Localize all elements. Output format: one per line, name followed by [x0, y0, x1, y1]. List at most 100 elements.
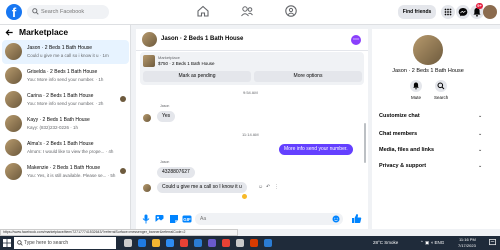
react-emoji-icon[interactable]: ☺	[258, 184, 263, 190]
find-friends-button[interactable]: Find friends	[398, 5, 436, 19]
mute-button[interactable]	[410, 80, 422, 92]
incoming-message: Could u give me a call so I know it u	[157, 182, 247, 193]
chevron-down-icon[interactable]: ⌄	[478, 147, 482, 153]
listing-thumbnail	[5, 115, 22, 132]
incoming-message: Yes	[157, 111, 176, 122]
mute-label: Mute	[411, 95, 422, 100]
grid-menu-icon	[444, 8, 452, 16]
chat-info-title: Jason · 2 Beds 1 Bath House	[392, 68, 464, 74]
listing-thumbnail	[5, 91, 22, 108]
taskbar-search-box[interactable]: Type here to search	[14, 237, 116, 249]
chrome-profile-icon[interactable]	[222, 239, 230, 247]
microphone-icon[interactable]	[142, 214, 150, 224]
app-icon[interactable]	[236, 239, 244, 247]
image-icon[interactable]	[155, 214, 165, 224]
chevron-down-icon[interactable]: ⌄	[478, 131, 482, 137]
customize-chat-section[interactable]: Customize chat	[379, 113, 420, 119]
reply-icon[interactable]: ↶	[266, 184, 270, 190]
privacy-support-section[interactable]: Privacy & support	[379, 163, 426, 169]
back-arrow-icon[interactable]	[5, 28, 14, 37]
message-field[interactable]	[195, 213, 343, 225]
conversation-item[interactable]: Carina · 2 Beds 1 Bath House You: More i…	[2, 88, 129, 112]
incoming-message: 4328807627	[157, 167, 195, 178]
settings-icon[interactable]	[264, 239, 272, 247]
edge-icon[interactable]	[138, 239, 146, 247]
gif-icon[interactable]: GIF	[182, 214, 192, 224]
conversation-preview: Kayy: (832)232-0226 · 1h	[27, 125, 79, 130]
read-receipt-avatar	[120, 96, 126, 102]
mail-icon[interactable]	[166, 239, 174, 247]
chat-title[interactable]: Jason · 2 Beds 1 Bath House	[161, 36, 243, 42]
task-view-icon[interactable]	[124, 239, 132, 247]
message-list: 9:54 AM Jason Yes 11:14 AM More info sen…	[136, 86, 368, 229]
more-options-button[interactable]: More options	[254, 71, 362, 82]
friends-icon[interactable]	[240, 4, 254, 18]
search-conversation-button[interactable]	[435, 80, 447, 92]
emoji-icon[interactable]	[332, 215, 340, 223]
conversation-name: Kayy · 2 Beds 1 Bath House	[27, 117, 90, 123]
chat-options-button[interactable]: ⋯	[351, 35, 361, 45]
sender-name: Jason	[160, 104, 170, 108]
system-tray-icons[interactable]: ⌃ ▣ ◖ ENG	[420, 240, 444, 246]
conversation-preview: You: More info send your number. · 1h	[27, 77, 104, 82]
conversation-item[interactable]: Kayy · 2 Beds 1 Bath House Kayy: (832)23…	[2, 112, 129, 136]
file-explorer-icon[interactable]	[152, 239, 160, 247]
weather-widget[interactable]: 28°C Smoke	[373, 240, 398, 245]
search-input[interactable]	[41, 5, 107, 19]
listing-card: Marketplace $750 · 2 Beds 1 Bath House M…	[140, 52, 364, 85]
sender-avatar	[143, 184, 151, 192]
chat-info-thumbnail[interactable]	[413, 35, 443, 65]
mark-as-pending-button[interactable]: Mark as pending	[143, 71, 251, 82]
menu-button[interactable]	[441, 5, 455, 19]
conversation-name: Makenzie · 2 Beds 1 Bath House	[27, 165, 101, 171]
chat-members-section[interactable]: Chat members	[379, 131, 417, 137]
chat-thumbnail[interactable]	[142, 32, 157, 47]
read-receipt-avatar	[120, 168, 126, 174]
conversation-item[interactable]: Griselda · 2 Beds 1 Bath House You: More…	[2, 64, 129, 88]
listing-thumbnail[interactable]	[143, 55, 155, 67]
conversation-preview: You: Yes, it is still available. Please …	[27, 173, 116, 178]
conversation-item[interactable]: Jason · 2 Beds 1 Bath House Could u give…	[2, 40, 129, 64]
windows-taskbar: Type here to search 28°C Smoke ⌃ ▣ ◖ ENG…	[0, 236, 500, 250]
word-icon[interactable]	[194, 239, 202, 247]
message-composer: GIF	[136, 210, 368, 229]
search-icon	[437, 82, 445, 90]
timestamp: 9:54 AM	[243, 90, 258, 95]
chevron-down-icon[interactable]: ⌄	[478, 163, 482, 169]
timestamp: 11:14 AM	[242, 132, 259, 137]
chrome-icon[interactable]	[180, 239, 188, 247]
scrollbar[interactable]	[364, 123, 366, 163]
conversation-name: Griselda · 2 Beds 1 Bath House	[27, 69, 98, 75]
listing-thumbnail	[5, 67, 22, 84]
listing-thumbnail	[5, 43, 22, 60]
facebook-logo[interactable]: f	[6, 4, 22, 20]
conversation-name: Jason · 2 Beds 1 Bath House	[27, 45, 93, 51]
message-input[interactable]	[200, 213, 330, 225]
sidebar-title: Marketplace	[19, 27, 69, 37]
chat-panel: Jason · 2 Beds 1 Bath House ⋯ Marketplac…	[136, 29, 368, 229]
search-label: Search	[434, 95, 449, 100]
windows-start-icon[interactable]	[3, 239, 11, 247]
store-icon[interactable]	[208, 239, 216, 247]
outgoing-message: More info send your number.	[279, 144, 353, 155]
notification-center-icon[interactable]	[489, 239, 496, 246]
media-files-links-section[interactable]: Media, files and links	[379, 147, 434, 153]
conversation-item[interactable]: Alma's · 2 Beds 1 Bath House Alma's: I w…	[2, 136, 129, 160]
like-icon[interactable]	[351, 213, 362, 224]
search-icon	[32, 8, 39, 15]
home-icon[interactable]	[196, 4, 210, 18]
search-box[interactable]	[27, 5, 109, 19]
office-icon[interactable]	[250, 239, 258, 247]
conversation-preview: Alma's: I would like to view the prope..…	[27, 149, 114, 154]
chevron-down-icon[interactable]: ⌄	[478, 113, 482, 119]
taskbar-clock[interactable]: 11:16 PM 7/17/2023	[458, 237, 476, 249]
conversation-item[interactable]: Makenzie · 2 Beds 1 Bath House You: Yes,…	[2, 160, 129, 184]
more-icon[interactable]: ⋮	[274, 184, 279, 190]
messenger-button[interactable]	[456, 5, 470, 19]
listing-thumbnail	[5, 139, 22, 156]
groups-icon[interactable]	[284, 4, 298, 18]
listing-price[interactable]: $750 · 2 Beds 1 Bath House	[158, 61, 215, 66]
messenger-icon	[458, 8, 468, 17]
profile-avatar[interactable]	[483, 5, 497, 19]
sticker-icon[interactable]	[169, 214, 179, 224]
